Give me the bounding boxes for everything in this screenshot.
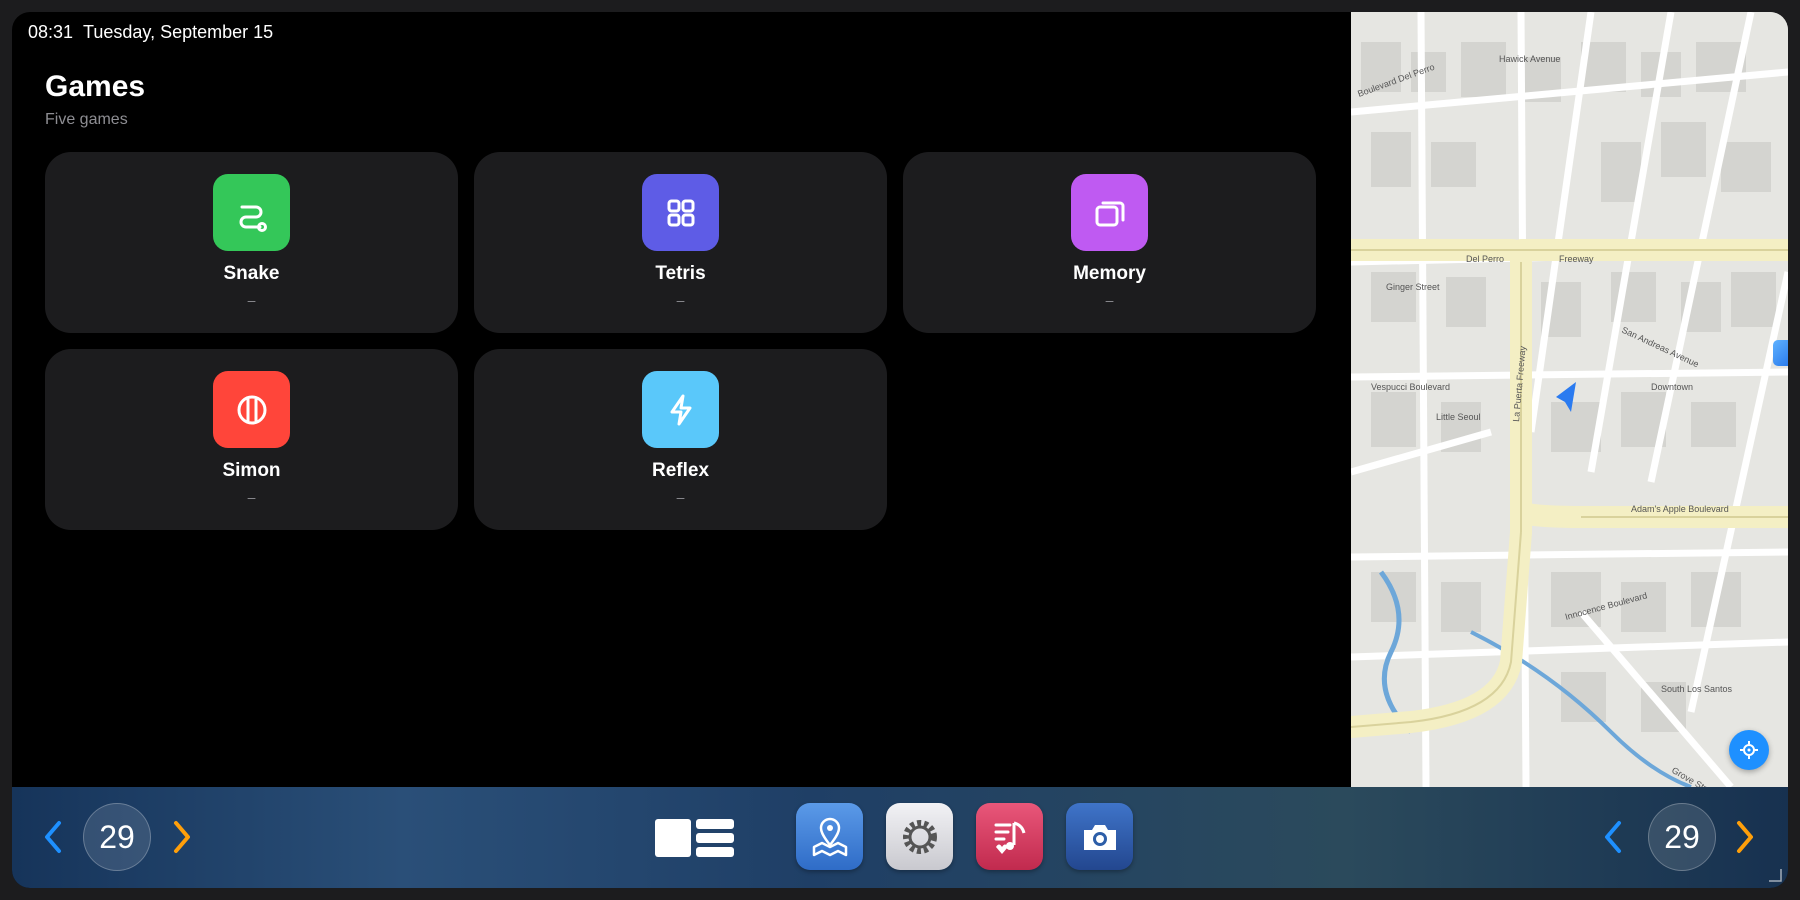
- split-layout-icon[interactable]: [655, 817, 735, 859]
- route-icon: [239, 205, 267, 232]
- memory-app-icon: [1071, 174, 1148, 251]
- chevron-left-icon: [45, 821, 61, 853]
- music-app-button[interactable]: [976, 803, 1043, 870]
- street-label: Freeway: [1559, 254, 1594, 264]
- game-score: –: [1105, 292, 1114, 308]
- street-label: Ginger Street: [1386, 282, 1440, 292]
- game-name: Tetris: [655, 263, 706, 284]
- snake-app-icon: [213, 174, 290, 251]
- gear-icon: [902, 819, 937, 854]
- status-bar: 08:31 Tuesday, September 15: [28, 22, 273, 43]
- camera-app-button[interactable]: [1066, 803, 1133, 870]
- map-canvas: Hawick Avenue Boulevard Del Perro Del Pe…: [1351, 12, 1788, 787]
- street-label: Hawick Avenue: [1499, 54, 1560, 64]
- left-prev-button[interactable]: [38, 817, 68, 857]
- left-next-button[interactable]: [167, 817, 197, 857]
- crosshair-icon: [1740, 741, 1758, 759]
- settings-app-button[interactable]: [886, 803, 953, 870]
- chevron-left-icon: [1605, 821, 1621, 853]
- clock: 08:31: [28, 22, 74, 42]
- device-screen: 08:31 Tuesday, September 15 Games Five ga…: [12, 12, 1788, 888]
- camera-icon: [1083, 824, 1116, 850]
- game-name: Memory: [1073, 263, 1146, 284]
- tetris-app-icon: [642, 174, 719, 251]
- reflex-app-icon: [642, 371, 719, 448]
- maps-app-button[interactable]: [796, 803, 863, 870]
- music-icon: [994, 821, 1025, 854]
- chevron-right-icon: [174, 821, 190, 853]
- stacked-cards-icon: [1095, 201, 1124, 226]
- left-counter: 29: [83, 803, 151, 871]
- simon-app-icon: [213, 371, 290, 448]
- street-label: Del Perro: [1466, 254, 1504, 264]
- right-counter: 29: [1648, 803, 1716, 871]
- street-label: Adam's Apple Boulevard: [1631, 504, 1729, 514]
- district-label: South Los Santos: [1661, 684, 1733, 694]
- circle-segments-icon: [237, 395, 266, 424]
- bolt-icon: [670, 394, 691, 425]
- grid-icon: [667, 199, 694, 226]
- game-name: Reflex: [651, 460, 710, 481]
- map-poi-icon[interactable]: [1773, 340, 1788, 366]
- game-card-tetris[interactable]: Tetris –: [474, 152, 887, 333]
- date: Tuesday, September 15: [83, 22, 274, 42]
- map-pin-icon: [812, 817, 847, 856]
- street-label: Vespucci Boulevard: [1371, 382, 1450, 392]
- game-score: –: [676, 292, 685, 308]
- game-score: –: [247, 292, 256, 308]
- game-card-simon[interactable]: Simon –: [45, 349, 458, 530]
- game-card-snake[interactable]: Snake –: [45, 152, 458, 333]
- page-subtitle: Five games: [45, 111, 128, 128]
- dock-bar: 29 29: [12, 787, 1788, 888]
- games-grid: Snake – Tetris – Memory – Simon – Reflex…: [45, 152, 1332, 530]
- game-name: Simon: [222, 460, 281, 481]
- district-label: Downtown: [1651, 382, 1693, 392]
- game-score: –: [676, 489, 685, 505]
- game-card-reflex[interactable]: Reflex –: [474, 349, 887, 530]
- chevron-right-icon: [1737, 821, 1753, 853]
- recenter-button[interactable]: [1729, 730, 1769, 770]
- game-name: Snake: [223, 263, 280, 284]
- district-label: Little Seoul: [1436, 412, 1481, 422]
- right-prev-button[interactable]: [1598, 817, 1628, 857]
- resize-grip-icon[interactable]: [1768, 868, 1782, 882]
- game-card-memory[interactable]: Memory –: [903, 152, 1316, 333]
- right-next-button[interactable]: [1730, 817, 1760, 857]
- page-title: Games: [45, 70, 146, 103]
- game-score: –: [247, 489, 256, 505]
- map-view[interactable]: Hawick Avenue Boulevard Del Perro Del Pe…: [1351, 12, 1788, 787]
